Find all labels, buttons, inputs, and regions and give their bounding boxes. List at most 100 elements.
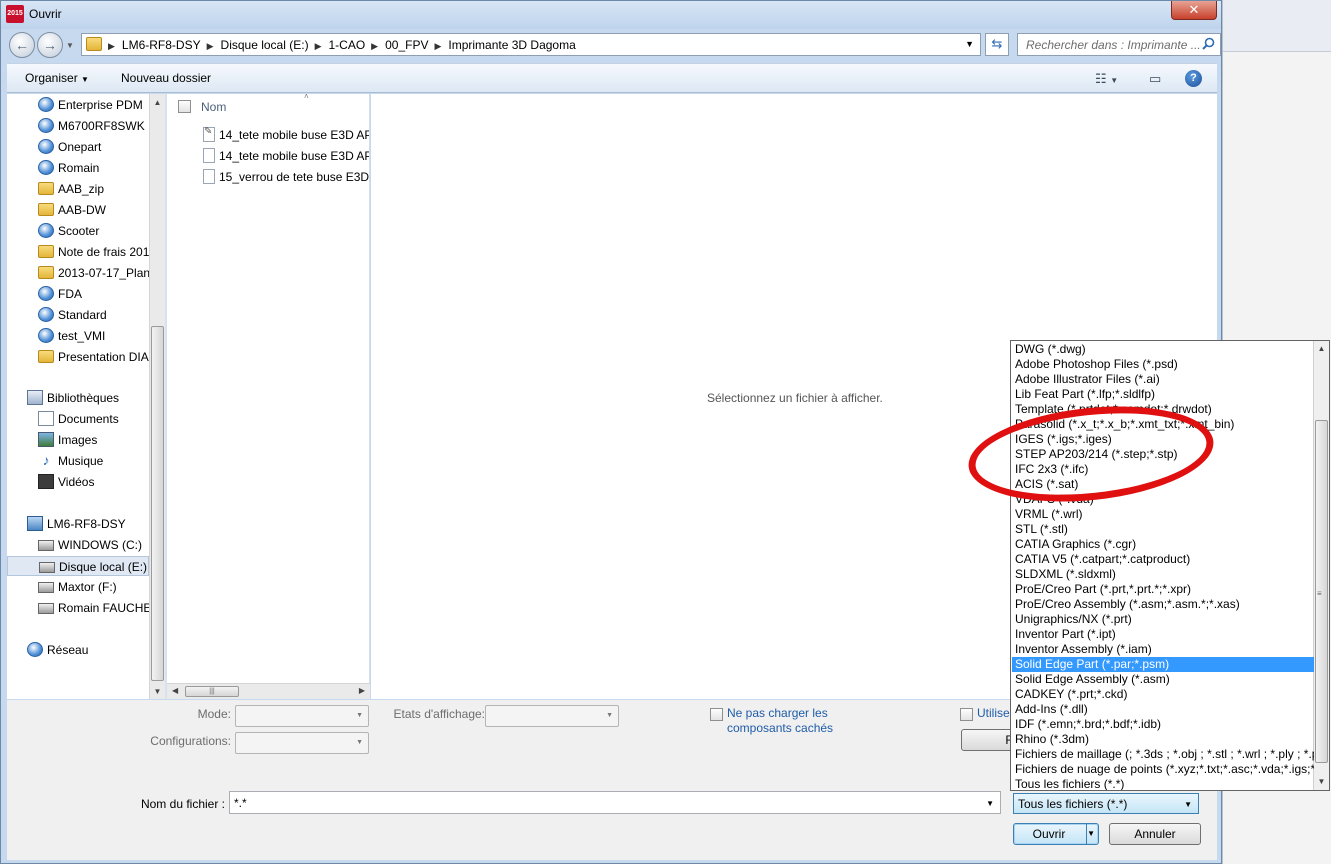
file-type-option[interactable]: Adobe Photoshop Files (*.psd)	[1012, 357, 1314, 372]
file-type-option[interactable]: Add-Ins (*.dll)	[1012, 702, 1314, 717]
file-type-option[interactable]: STL (*.stl)	[1012, 522, 1314, 537]
recent-locations-dropdown[interactable]: ▼	[66, 41, 74, 50]
file-type-option[interactable]: Tous les fichiers (*.*)	[1012, 777, 1314, 790]
breadcrumb-item[interactable]: Disque local (E:)	[221, 38, 309, 52]
do-not-load-hidden-checkbox[interactable]	[710, 708, 723, 721]
filename-input[interactable]: *.* ▼	[229, 791, 1001, 814]
file-type-option[interactable]: SLDXML (*.sldxml)	[1012, 567, 1314, 582]
close-button[interactable]: ✕	[1171, 1, 1217, 20]
breadcrumb-separator-icon[interactable]: ▶	[434, 41, 441, 51]
file-row[interactable]: 15_verrou de tete buse E3D A	[201, 167, 369, 187]
breadcrumb-separator-icon[interactable]: ▶	[371, 41, 378, 51]
breadcrumb-separator-icon[interactable]: ▶	[207, 41, 214, 51]
nav-item-network[interactable]: Réseau	[7, 640, 149, 660]
dropdown-scrollbar[interactable]: ▲ ≡ ▼	[1313, 341, 1329, 790]
select-all-checkbox[interactable]	[178, 100, 191, 113]
forward-button[interactable]: →	[37, 32, 63, 58]
file-type-option[interactable]: Inventor Assembly (*.iam)	[1012, 642, 1314, 657]
breadcrumb-item[interactable]: 1-CAO	[328, 38, 365, 52]
address-bar[interactable]: ▶ LM6-RF8-DSY ▶ Disque local (E:) ▶ 1-CAO ▶ 00_…	[81, 33, 981, 56]
search-input[interactable]: Rechercher dans : Imprimante ...	[1026, 38, 1202, 52]
breadcrumb-item[interactable]: Imprimante 3D Dagoma	[448, 38, 575, 52]
chevron-down-icon[interactable]: ▼	[986, 799, 994, 808]
open-button[interactable]: Ouvrir ▼	[1013, 823, 1099, 845]
nav-item-favorite[interactable]: Note de frais 201	[7, 242, 149, 262]
nav-item-favorite[interactable]: Scooter	[7, 221, 149, 241]
file-type-option[interactable]: IFC 2x3 (*.ifc)	[1012, 462, 1314, 477]
file-type-option[interactable]: ProE/Creo Assembly (*.asm;*.asm.*;*.xas)	[1012, 597, 1314, 612]
nav-item-favorite[interactable]: 2013-07-17_Plans	[7, 263, 149, 283]
file-type-option[interactable]: Fichiers de maillage (; *.3ds ; *.obj ; …	[1012, 747, 1314, 762]
view-options-button[interactable]: ☷ ▼	[1095, 71, 1118, 87]
nav-item-library[interactable]: ♪ Musique	[7, 451, 149, 471]
nav-item-favorite[interactable]: Standard	[7, 305, 149, 325]
file-type-option[interactable]: CADKEY (*.prt;*.ckd)	[1012, 687, 1314, 702]
nav-item-drive[interactable]: Disque local (E:)	[7, 556, 149, 576]
preview-pane-button[interactable]: ▭	[1149, 71, 1161, 87]
nav-pane-scrollbar[interactable]: ▲ ▼	[149, 94, 165, 699]
scroll-right-arrow[interactable]: ▶	[359, 686, 365, 695]
nav-item-drive[interactable]: Romain FAUCHE	[7, 598, 149, 618]
back-button[interactable]: ←	[9, 32, 35, 58]
scroll-up-arrow[interactable]: ▲	[1314, 344, 1329, 353]
scrollbar-thumb[interactable]	[151, 326, 164, 681]
file-type-option[interactable]: Solid Edge Part (*.par;*.psm)	[1012, 657, 1314, 672]
scroll-down-arrow[interactable]: ▼	[150, 687, 165, 696]
nav-item-favorite[interactable]: Romain	[7, 158, 149, 178]
file-type-dropdown-list[interactable]: ▲ ≡ ▼ DWG (*.dwg) Adobe Photoshop Files (…	[1010, 340, 1330, 791]
search-box[interactable]: Rechercher dans : Imprimante ...	[1017, 33, 1221, 56]
cancel-button[interactable]: Annuler	[1109, 823, 1201, 845]
configurations-select[interactable]: ▼	[235, 732, 369, 754]
display-states-select[interactable]: ▼	[485, 705, 619, 727]
file-type-option[interactable]: Inventor Part (*.ipt)	[1012, 627, 1314, 642]
breadcrumb-separator-icon[interactable]: ▶	[108, 41, 115, 51]
nav-item-favorite[interactable]: AAB_zip	[7, 179, 149, 199]
scrollbar-thumb[interactable]: |||	[185, 686, 239, 697]
column-header-name[interactable]: Nom	[201, 100, 226, 114]
file-type-option[interactable]: VDAFS (*.vda)	[1012, 492, 1314, 507]
nav-item-library[interactable]: Vidéos	[7, 472, 149, 492]
nav-item-favorite[interactable]: AAB-DW	[7, 200, 149, 220]
nav-item-favorite[interactable]: Enterprise PDM	[7, 95, 149, 115]
nav-item-favorite[interactable]: Onepart	[7, 137, 149, 157]
nav-item-libraries[interactable]: Bibliothèques	[7, 388, 149, 408]
breadcrumb-separator-icon[interactable]: ▶	[315, 41, 322, 51]
file-type-option[interactable]: ACIS (*.sat)	[1012, 477, 1314, 492]
open-options-dropdown[interactable]: ▼	[1087, 824, 1095, 844]
file-type-option[interactable]: Rhino (*.3dm)	[1012, 732, 1314, 747]
mode-select[interactable]: ▼	[235, 705, 369, 727]
refresh-button[interactable]: ⇆	[985, 33, 1009, 56]
do-not-load-hidden-label[interactable]: Ne pas charger les composants cachés	[727, 706, 833, 736]
file-row[interactable]: 14_tete mobile buse E3D AP.	[201, 125, 369, 145]
breadcrumb-item[interactable]: 00_FPV	[385, 38, 428, 52]
file-type-option[interactable]: Parasolid (*.x_t;*.x_b;*.xmt_txt;*.xmt_b…	[1012, 417, 1314, 432]
use-option-checkbox[interactable]	[960, 708, 973, 721]
nav-item-favorite[interactable]: test_VMI	[7, 326, 149, 346]
nav-item-favorite[interactable]: M6700RF8SWK	[7, 116, 149, 136]
breadcrumb-item[interactable]: LM6-RF8-DSY	[122, 38, 201, 52]
nav-item-favorite[interactable]: Presentation DIA	[7, 347, 149, 367]
file-type-option[interactable]: Template (*.prtdot;*.asmdot;*.drwdot)	[1012, 402, 1314, 417]
file-type-option[interactable]: STEP AP203/214 (*.step;*.stp)	[1012, 447, 1314, 462]
help-button[interactable]: ?	[1185, 70, 1202, 87]
new-folder-button[interactable]: Nouveau dossier	[121, 71, 211, 85]
file-row[interactable]: 14_tete mobile buse E3D AP.	[201, 146, 369, 166]
nav-item-computer[interactable]: LM6-RF8-DSY	[7, 514, 149, 534]
file-type-option[interactable]: Adobe Illustrator Files (*.ai)	[1012, 372, 1314, 387]
nav-item-library[interactable]: Documents	[7, 409, 149, 429]
file-type-option[interactable]: Fichiers de nuage de points (*.xyz;*.txt…	[1012, 762, 1314, 777]
file-type-option[interactable]: CATIA V5 (*.catpart;*.catproduct)	[1012, 552, 1314, 567]
file-type-option[interactable]: VRML (*.wrl)	[1012, 507, 1314, 522]
file-type-option[interactable]: Unigraphics/NX (*.prt)	[1012, 612, 1314, 627]
nav-item-drive[interactable]: WINDOWS (C:)	[7, 535, 149, 555]
file-type-option[interactable]: DWG (*.dwg)	[1012, 342, 1314, 357]
scroll-up-arrow[interactable]: ▲	[150, 98, 165, 107]
use-option-label[interactable]: Utilise	[977, 706, 1010, 721]
file-type-select[interactable]: Tous les fichiers (*.*) ▼	[1013, 793, 1199, 814]
organize-menu[interactable]: Organiser ▼	[25, 71, 89, 85]
file-type-option[interactable]: IDF (*.emn;*.brd;*.bdf;*.idb)	[1012, 717, 1314, 732]
address-history-dropdown[interactable]: ▼	[965, 39, 974, 49]
file-list-horizontal-scrollbar[interactable]: ◀ ||| ▶	[167, 683, 370, 699]
file-type-option[interactable]: IGES (*.igs;*.iges)	[1012, 432, 1314, 447]
file-type-option[interactable]: ProE/Creo Part (*.prt,*.prt.*;*.xpr)	[1012, 582, 1314, 597]
